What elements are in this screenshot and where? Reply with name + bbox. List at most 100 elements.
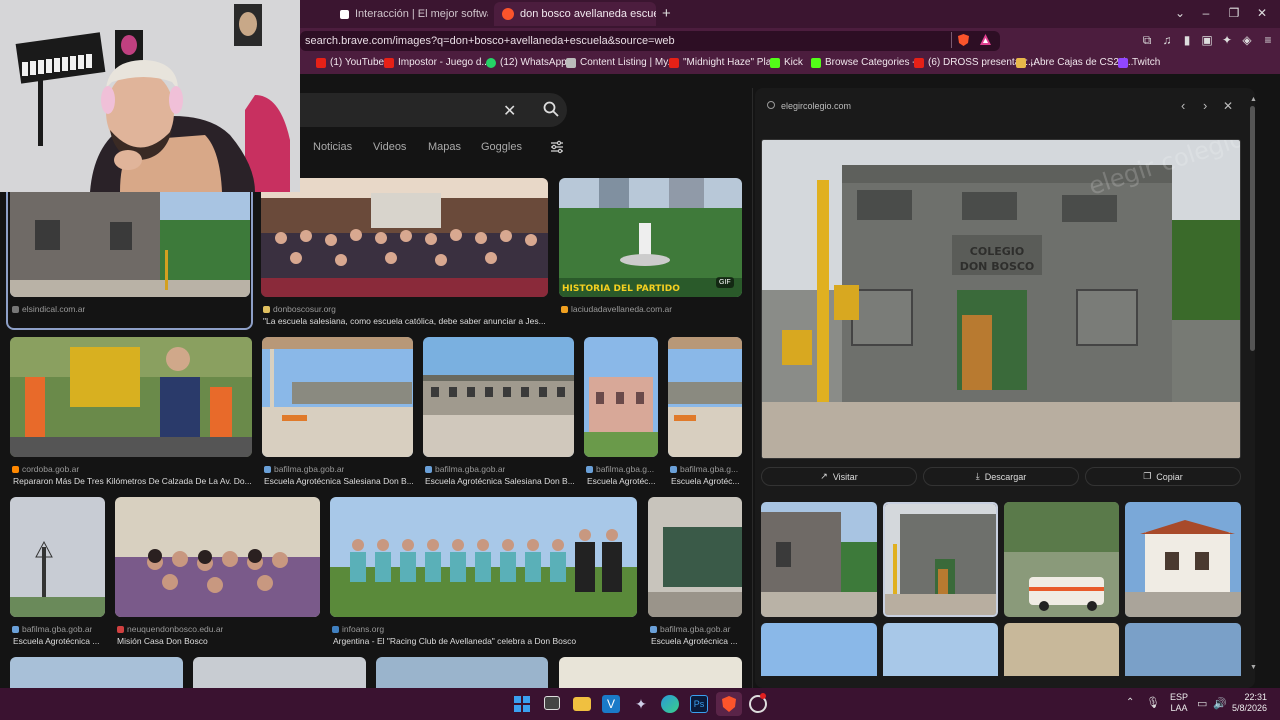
next-image-icon[interactable]: › [1203, 98, 1207, 113]
windows-start-icon[interactable] [514, 696, 530, 712]
bookmark-content-listing[interactable]: Content Listing | My... [566, 57, 676, 68]
media-icon[interactable]: ♫ [1160, 33, 1174, 47]
address-url[interactable]: search.brave.com/images?q=don+bosco+avel… [305, 35, 675, 47]
image-overlay-text: HISTORIA DEL PARTIDO [562, 284, 680, 294]
scroll-up-icon[interactable]: ▲ [1250, 96, 1257, 103]
file-explorer-icon[interactable] [573, 697, 591, 711]
tab-interaccion[interactable]: Interacción | El mejor software pa [332, 2, 488, 26]
tab-search[interactable]: don bosco avellaneda escuela - B × [494, 2, 656, 26]
bookmark-whatsapp[interactable]: (12) WhatsApp [486, 57, 567, 68]
result-caption: Escuela Agrotécnica ... [651, 636, 738, 646]
result-image[interactable] [330, 497, 637, 617]
result-source: bafilma.gba.gob.ar [650, 624, 742, 634]
microphone-icon[interactable]: 🎙 [1146, 696, 1160, 709]
related-thumbnail[interactable] [1004, 502, 1119, 617]
extensions-icon[interactable]: ⧉ [1140, 33, 1154, 47]
result-caption: Argentina - El "Racing Club de Avellaned… [333, 636, 577, 646]
tab-mapas[interactable]: Mapas [428, 141, 461, 153]
brave-taskbar-icon[interactable] [720, 695, 738, 713]
related-thumbnail[interactable] [1004, 623, 1119, 676]
clock[interactable]: 22:31 5/8/2026 [1232, 692, 1267, 714]
result-image[interactable] [648, 497, 742, 617]
result-image[interactable] [10, 180, 250, 297]
brave-rewards-icon[interactable] [979, 33, 992, 46]
recording-indicator [760, 693, 766, 699]
bookmark-midnight-haze[interactable]: "Midnight Haze" Pla... [669, 57, 780, 68]
bookmark-cs2-cases[interactable]: ¡Abre Cajas de CS2 (... [1016, 57, 1133, 68]
app-icon[interactable]: ✦ [632, 695, 650, 713]
volume-icon[interactable]: 🔊 [1213, 697, 1227, 710]
bookmark-browse-categories[interactable]: Browse Categories -... [811, 57, 924, 68]
filters-icon[interactable] [550, 140, 564, 154]
results-divider [752, 88, 753, 688]
vpn-icon[interactable]: ◈ [1240, 33, 1254, 47]
result-image[interactable] [262, 337, 413, 457]
tab-noticias[interactable]: Noticias [313, 141, 352, 153]
minimize-button[interactable]: – [1196, 6, 1216, 20]
bookmark-impostor[interactable]: Impostor - Juego d... [384, 57, 490, 68]
result-image[interactable] [376, 657, 548, 688]
site-favicon-icon [12, 626, 19, 633]
close-preview-icon[interactable]: ✕ [1223, 99, 1233, 113]
maximize-button[interactable]: ❐ [1224, 6, 1244, 20]
tab-videos[interactable]: Videos [373, 141, 406, 153]
preview-domain[interactable]: elegircolegio.com [781, 101, 851, 111]
task-view-icon[interactable] [544, 696, 560, 710]
preview-image[interactable]: COLEGIO DON BOSCO elegir colegio [761, 139, 1241, 459]
search-input[interactable] [300, 93, 567, 127]
tab-goggles[interactable]: Goggles [481, 141, 522, 153]
network-icon[interactable]: ▭ [1197, 697, 1207, 710]
site-favicon-icon [332, 626, 339, 633]
result-image[interactable] [584, 337, 658, 457]
related-thumbnail[interactable] [1125, 623, 1241, 676]
scrollbar-thumb[interactable] [1250, 106, 1255, 351]
related-thumbnail[interactable] [761, 623, 877, 676]
result-source: bafilma.gba.gob.ar [264, 464, 344, 474]
wallet-icon[interactable]: ▣ [1200, 33, 1214, 47]
photoshop-icon[interactable]: Ps [690, 695, 708, 713]
bookmark-kick[interactable]: Kick [770, 57, 803, 68]
vegas-icon[interactable]: V [602, 695, 620, 713]
bookmark-twitch[interactable]: Twitch [1118, 57, 1160, 68]
bookmark-youtube[interactable]: (1) YouTube [316, 57, 384, 68]
copy-button[interactable]: ❐ Copiar [1085, 467, 1241, 486]
related-thumbnail-selected[interactable] [883, 502, 998, 617]
brave-favicon-icon [502, 8, 514, 20]
result-image[interactable] [10, 497, 105, 617]
youtube-icon [384, 57, 394, 68]
related-thumbnail[interactable] [883, 623, 998, 676]
download-button[interactable]: ⤓ Descargar [923, 467, 1079, 486]
show-hidden-icons-icon[interactable]: ⌃ [1126, 697, 1134, 708]
visit-button[interactable]: ↗ Visitar [761, 467, 917, 486]
kick-icon [770, 57, 780, 68]
result-image[interactable] [559, 178, 742, 297]
related-thumbnail[interactable] [761, 502, 877, 617]
result-image[interactable] [10, 337, 252, 457]
site-favicon-icon [12, 466, 19, 473]
new-tab-button[interactable]: + [662, 5, 671, 22]
sidebar-icon[interactable]: ▮ [1180, 33, 1194, 47]
preview-scrollbar[interactable]: ▲ ▼ [1250, 96, 1257, 676]
close-window-button[interactable]: ✕ [1252, 6, 1272, 20]
result-image[interactable] [559, 657, 742, 688]
menu-icon[interactable]: ≡ [1261, 33, 1275, 47]
result-image[interactable] [115, 497, 320, 617]
search-icon[interactable] [542, 100, 560, 118]
related-thumbnail[interactable] [1125, 502, 1241, 617]
result-image[interactable] [668, 337, 742, 457]
result-image[interactable] [10, 657, 183, 688]
scroll-down-icon[interactable]: ▼ [1250, 664, 1257, 671]
result-source: bafilma.gba.g... [670, 464, 742, 474]
youtube-icon [669, 57, 679, 68]
edge-icon[interactable] [661, 695, 679, 713]
result-image[interactable] [261, 178, 548, 297]
clear-search-icon[interactable]: ✕ [503, 101, 516, 121]
language-indicator[interactable]: ESP LAA [1170, 692, 1188, 714]
result-image[interactable] [423, 337, 574, 457]
brave-shields-icon[interactable] [957, 33, 970, 47]
previous-image-icon[interactable]: ‹ [1181, 98, 1185, 113]
leo-ai-icon[interactable]: ✦ [1220, 33, 1234, 47]
tab-search-chevron-icon[interactable]: ⌄ [1170, 6, 1190, 20]
svg-text:DON BOSCO: DON BOSCO [960, 260, 1035, 273]
result-image[interactable] [193, 657, 366, 688]
